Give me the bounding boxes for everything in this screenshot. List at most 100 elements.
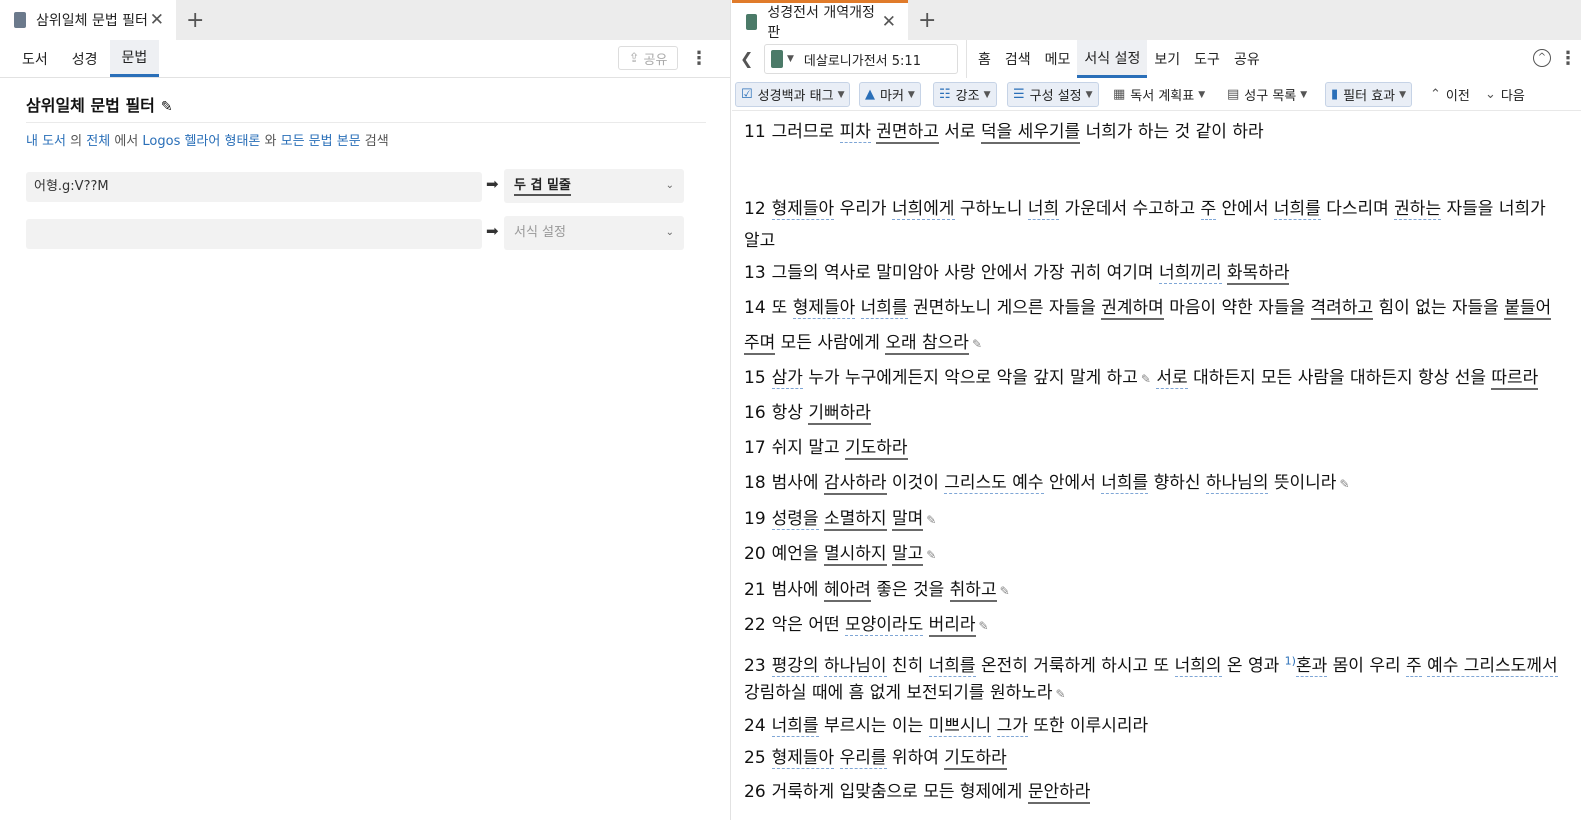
menu-tools[interactable]: 도구 [1187,40,1227,78]
filter-query-input[interactable]: 어형.g:V??M [26,172,482,202]
verse-text: 악은 어떤 모양이라도 버리라 [771,615,976,637]
verse-number[interactable]: 24 [744,710,766,743]
title-divider [26,122,706,123]
pencil-icon[interactable]: ✎ [161,99,173,115]
chevron-down-icon: ⌄ [665,227,674,238]
emphasis-button[interactable]: ☷ 강조 ▼ [933,82,997,107]
filter-effect-value: 두 겹 밑줄 [514,178,571,196]
link-all-grammar-texts[interactable]: 모든 문법 본문 [281,134,361,149]
marker-button[interactable]: ▲ 마커 ▼ [859,82,921,107]
add-tab-icon[interactable]: + [186,8,204,33]
filter-row: ➡ 서식 설정 ⌄ [26,216,686,250]
verse-number[interactable]: 12 [744,193,766,226]
verse: 26 거룩하게 입맞춤으로 모든 형제에게 문안하라 [744,776,1559,809]
verse-number[interactable]: 19 [744,503,766,536]
verse-number[interactable]: 22 [744,609,766,642]
verse: 11 그러므로 피차 권면하고 서로 덕을 세우기를 너희가 하는 것 같이 하라 [744,116,1559,149]
formatting-toolbar: ☑ 성경백과 태그 ▼ ▲ 마커 ▼ ☷ 강조 ▼ ☰ 구성 설정 ▼ ▦ 독서… [732,78,1581,111]
verse-list-button[interactable]: ▤ 성구 목록 ▼ [1222,82,1312,107]
link-all[interactable]: 전체 [86,134,110,149]
desc-text: 검색 [364,134,389,149]
verse-number[interactable]: 13 [744,257,766,290]
filter-effect-button[interactable]: ▮ 필터 효과 ▼ [1325,82,1413,107]
footnote-marker[interactable]: 1) [1285,654,1296,667]
verse: 18 범사에 감사하라 이것이 그리스도 예수 안에서 너희를 향하신 하나님의 … [744,467,1559,501]
kebab-menu-icon[interactable]: ⋮ [1559,48,1577,69]
link-my-library[interactable]: 내 도서 [26,134,66,149]
filter-effect-select[interactable]: 두 겹 밑줄 ⌄ [504,169,684,203]
note-icon[interactable]: ✎ [926,548,936,562]
panel-title: 삼위일체 문법 필터 ✎ [26,92,173,116]
verse: 21 범사에 헤아려 좋은 것을 취하고 ✎ [744,574,1559,608]
verse-number[interactable]: 16 [744,397,766,430]
menu-share[interactable]: 공유 [1227,40,1267,78]
menu-notes[interactable]: 메모 [1038,40,1078,78]
verse: 20 예언을 멸시하지 말고 ✎ [744,538,1559,572]
note-icon[interactable]: ✎ [972,337,982,351]
verse-text: 평강의 하나님이 친히 너희를 온전히 거룩하게 하시고 또 너희의 온 영과 … [771,654,1558,677]
verse-continuation: 강림하실 때에 흠 없게 보전되기를 원하노라 ✎ [744,677,1559,711]
note-icon[interactable]: ✎ [1339,477,1349,491]
close-icon[interactable]: ✕ [882,12,896,32]
verse-number[interactable]: 26 [744,776,766,809]
reading-plan-button[interactable]: ▦ 독서 계획표 ▼ [1108,82,1210,107]
kebab-menu-icon[interactable]: ⋮ [690,48,708,69]
tab-trinity-filter[interactable]: 삼위일체 문법 필터 ✕ [0,0,176,40]
verse-number[interactable]: 18 [744,467,766,500]
verse-number[interactable]: 11 [744,116,766,149]
subtab-grammar[interactable]: 문법 [109,40,160,77]
prev-button[interactable]: ⌃ 이전 [1425,82,1475,107]
verse-number[interactable]: 14 [744,292,766,325]
next-button[interactable]: ⌄ 다음 [1480,82,1530,107]
next-label: 다음 [1500,89,1525,104]
close-icon[interactable]: ✕ [150,10,164,30]
verse-number[interactable]: 20 [744,538,766,571]
verse-text: 범사에 감사하라 이것이 그리스도 예수 안에서 너희를 향하신 하나님의 뜻이… [771,473,1337,495]
menu-home[interactable]: 홈 [971,40,998,78]
filter-effect-label: 필터 효과 [1343,89,1396,104]
verse-list-label: 성구 목록 [1244,89,1297,104]
menu-view[interactable]: 보기 [1147,40,1187,78]
menu-formatting[interactable]: 서식 설정 [1077,40,1148,78]
structure-button[interactable]: ☰ 구성 설정 ▼ [1007,82,1099,107]
prev-label: 이전 [1445,89,1470,104]
marker-label: 마커 [880,89,904,104]
verse-text: 형제들아 우리를 위하여 기도하라 [771,748,1007,770]
verse-number[interactable]: 21 [744,574,766,607]
left-tabstrip: 삼위일체 문법 필터 ✕ + [0,0,730,40]
sync-icon[interactable]: ^ [1533,49,1551,67]
reference-box[interactable]: ▼ 데살로니가전서 5:11 [764,44,958,74]
tab-title: 성경전서 개역개정판 [767,4,875,41]
verse-number[interactable]: 15 [744,362,766,395]
reference-input[interactable]: 데살로니가전서 5:11 [804,50,921,69]
chevron-down-icon: ⌄ [665,180,674,191]
emphasis-label: 강조 [955,89,980,104]
note-icon[interactable]: ✎ [1141,372,1151,386]
back-icon[interactable]: ❮ [740,49,753,68]
bible-tags-label: 성경백과 태그 [757,89,834,104]
desc-text: 와 [264,134,277,149]
filter-effect-placeholder: 서식 설정 [514,225,566,240]
tab-korean-bible[interactable]: 성경전서 개역개정판 ✕ [732,0,908,41]
verse-number[interactable]: 25 [744,742,766,775]
filter-effect-select[interactable]: 서식 설정 ⌄ [504,216,684,250]
menu-search[interactable]: 검색 [998,40,1038,78]
note-icon[interactable]: ✎ [1000,584,1010,598]
upload-icon: ⇪ [628,50,640,66]
chevron-down-icon: ▼ [1198,89,1206,100]
bible-tags-button[interactable]: ☑ 성경백과 태그 ▼ [735,82,851,107]
verse-text: 성령을 소멸하지 말며 [771,509,924,531]
verse-text: 범사에 헤아려 좋은 것을 취하고 [771,580,997,602]
note-icon[interactable]: ✎ [926,513,936,527]
subtab-bible[interactable]: 성경 [60,40,110,77]
subtab-library[interactable]: 도서 [10,40,60,77]
share-button[interactable]: ⇪ 공유 [618,46,678,70]
verse-number[interactable]: 17 [744,432,766,465]
add-tab-icon[interactable]: + [918,8,936,33]
link-logos-morphology[interactable]: Logos 헬라어 형태론 [142,134,260,149]
chevron-down-icon: ▼ [837,89,845,100]
note-icon[interactable]: ✎ [1056,687,1066,701]
verse-text: 거룩하게 입맞춤으로 모든 형제에게 문안하라 [771,782,1091,804]
filter-query-input[interactable] [26,219,482,249]
note-icon[interactable]: ✎ [979,619,989,633]
